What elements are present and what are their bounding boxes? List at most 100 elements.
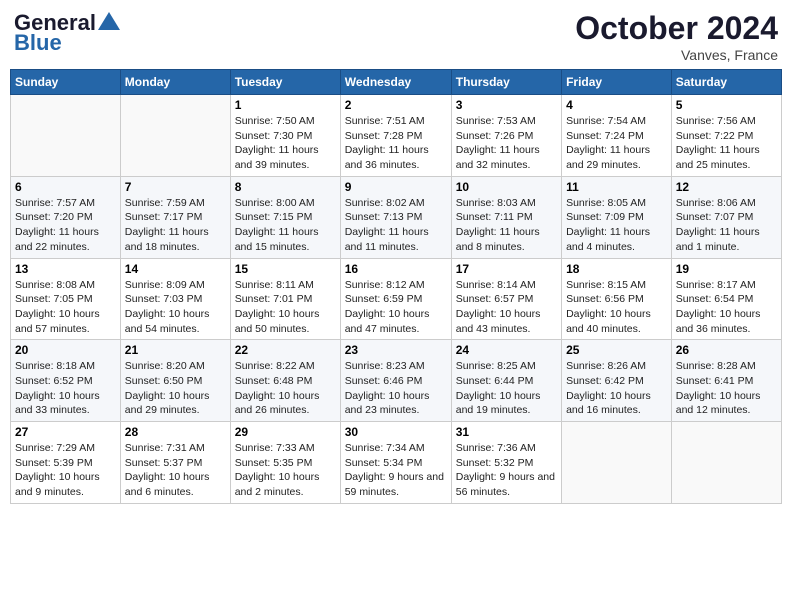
sunset-text: Sunset: 6:52 PM bbox=[15, 375, 93, 387]
daylight-text: Daylight: 10 hours and 50 minutes. bbox=[235, 308, 320, 335]
day-info: Sunrise: 7:33 AM Sunset: 5:35 PM Dayligh… bbox=[235, 441, 336, 500]
day-cell: 11 Sunrise: 8:05 AM Sunset: 7:09 PM Dayl… bbox=[562, 176, 672, 258]
sunset-text: Sunset: 7:01 PM bbox=[235, 293, 313, 305]
sunrise-text: Sunrise: 8:14 AM bbox=[456, 279, 536, 291]
sunrise-text: Sunrise: 8:17 AM bbox=[676, 279, 756, 291]
sunrise-text: Sunrise: 7:50 AM bbox=[235, 115, 315, 127]
day-cell: 12 Sunrise: 8:06 AM Sunset: 7:07 PM Dayl… bbox=[671, 176, 781, 258]
day-number: 3 bbox=[456, 98, 557, 112]
sunrise-text: Sunrise: 8:03 AM bbox=[456, 197, 536, 209]
day-number: 24 bbox=[456, 343, 557, 357]
day-number: 20 bbox=[15, 343, 116, 357]
daylight-text: Daylight: 11 hours and 1 minute. bbox=[676, 226, 760, 253]
weekday-header: Thursday bbox=[451, 70, 561, 95]
day-info: Sunrise: 8:00 AM Sunset: 7:15 PM Dayligh… bbox=[235, 196, 336, 255]
day-info: Sunrise: 8:11 AM Sunset: 7:01 PM Dayligh… bbox=[235, 278, 336, 337]
sunset-text: Sunset: 5:34 PM bbox=[345, 457, 423, 469]
sunrise-text: Sunrise: 8:26 AM bbox=[566, 360, 646, 372]
day-number: 31 bbox=[456, 425, 557, 439]
day-number: 19 bbox=[676, 262, 777, 276]
logo-icon bbox=[98, 12, 120, 30]
sunrise-text: Sunrise: 7:33 AM bbox=[235, 442, 315, 454]
calendar-week-row: 13 Sunrise: 8:08 AM Sunset: 7:05 PM Dayl… bbox=[11, 258, 782, 340]
day-cell: 20 Sunrise: 8:18 AM Sunset: 6:52 PM Dayl… bbox=[11, 340, 121, 422]
sunrise-text: Sunrise: 8:02 AM bbox=[345, 197, 425, 209]
day-cell: 26 Sunrise: 8:28 AM Sunset: 6:41 PM Dayl… bbox=[671, 340, 781, 422]
month-title: October 2024 bbox=[575, 10, 778, 47]
daylight-text: Daylight: 10 hours and 57 minutes. bbox=[15, 308, 100, 335]
sunrise-text: Sunrise: 8:11 AM bbox=[235, 279, 314, 291]
day-info: Sunrise: 7:56 AM Sunset: 7:22 PM Dayligh… bbox=[676, 114, 777, 173]
day-info: Sunrise: 8:17 AM Sunset: 6:54 PM Dayligh… bbox=[676, 278, 777, 337]
sunset-text: Sunset: 7:03 PM bbox=[125, 293, 203, 305]
sunset-text: Sunset: 6:46 PM bbox=[345, 375, 423, 387]
day-number: 6 bbox=[15, 180, 116, 194]
day-info: Sunrise: 7:57 AM Sunset: 7:20 PM Dayligh… bbox=[15, 196, 116, 255]
sunset-text: Sunset: 7:20 PM bbox=[15, 211, 93, 223]
day-number: 27 bbox=[15, 425, 116, 439]
day-cell: 8 Sunrise: 8:00 AM Sunset: 7:15 PM Dayli… bbox=[230, 176, 340, 258]
sunrise-text: Sunrise: 8:23 AM bbox=[345, 360, 425, 372]
sunset-text: Sunset: 7:28 PM bbox=[345, 130, 423, 142]
sunrise-text: Sunrise: 7:56 AM bbox=[676, 115, 756, 127]
day-number: 30 bbox=[345, 425, 447, 439]
weekday-header: Tuesday bbox=[230, 70, 340, 95]
sunrise-text: Sunrise: 8:09 AM bbox=[125, 279, 205, 291]
day-cell: 31 Sunrise: 7:36 AM Sunset: 5:32 PM Dayl… bbox=[451, 422, 561, 504]
sunset-text: Sunset: 5:37 PM bbox=[125, 457, 203, 469]
day-number: 18 bbox=[566, 262, 667, 276]
day-cell: 4 Sunrise: 7:54 AM Sunset: 7:24 PM Dayli… bbox=[562, 95, 672, 177]
title-block: October 2024 Vanves, France bbox=[575, 10, 778, 63]
weekday-header: Sunday bbox=[11, 70, 121, 95]
empty-day-cell bbox=[671, 422, 781, 504]
day-cell: 29 Sunrise: 7:33 AM Sunset: 5:35 PM Dayl… bbox=[230, 422, 340, 504]
day-cell: 27 Sunrise: 7:29 AM Sunset: 5:39 PM Dayl… bbox=[11, 422, 121, 504]
daylight-text: Daylight: 10 hours and 33 minutes. bbox=[15, 390, 100, 417]
day-info: Sunrise: 8:06 AM Sunset: 7:07 PM Dayligh… bbox=[676, 196, 777, 255]
weekday-header: Monday bbox=[120, 70, 230, 95]
sunrise-text: Sunrise: 7:53 AM bbox=[456, 115, 536, 127]
sunset-text: Sunset: 6:50 PM bbox=[125, 375, 203, 387]
sunrise-text: Sunrise: 8:25 AM bbox=[456, 360, 536, 372]
day-cell: 7 Sunrise: 7:59 AM Sunset: 7:17 PM Dayli… bbox=[120, 176, 230, 258]
sunset-text: Sunset: 7:17 PM bbox=[125, 211, 203, 223]
day-cell: 17 Sunrise: 8:14 AM Sunset: 6:57 PM Dayl… bbox=[451, 258, 561, 340]
day-info: Sunrise: 8:12 AM Sunset: 6:59 PM Dayligh… bbox=[345, 278, 447, 337]
day-cell: 1 Sunrise: 7:50 AM Sunset: 7:30 PM Dayli… bbox=[230, 95, 340, 177]
day-info: Sunrise: 8:03 AM Sunset: 7:11 PM Dayligh… bbox=[456, 196, 557, 255]
day-number: 2 bbox=[345, 98, 447, 112]
daylight-text: Daylight: 11 hours and 36 minutes. bbox=[345, 144, 429, 171]
day-cell: 14 Sunrise: 8:09 AM Sunset: 7:03 PM Dayl… bbox=[120, 258, 230, 340]
day-info: Sunrise: 8:23 AM Sunset: 6:46 PM Dayligh… bbox=[345, 359, 447, 418]
day-info: Sunrise: 8:02 AM Sunset: 7:13 PM Dayligh… bbox=[345, 196, 447, 255]
day-info: Sunrise: 7:34 AM Sunset: 5:34 PM Dayligh… bbox=[345, 441, 447, 500]
day-number: 25 bbox=[566, 343, 667, 357]
day-info: Sunrise: 7:51 AM Sunset: 7:28 PM Dayligh… bbox=[345, 114, 447, 173]
weekday-header: Saturday bbox=[671, 70, 781, 95]
sunrise-text: Sunrise: 8:15 AM bbox=[566, 279, 646, 291]
day-info: Sunrise: 7:36 AM Sunset: 5:32 PM Dayligh… bbox=[456, 441, 557, 500]
day-number: 5 bbox=[676, 98, 777, 112]
day-cell: 15 Sunrise: 8:11 AM Sunset: 7:01 PM Dayl… bbox=[230, 258, 340, 340]
day-info: Sunrise: 8:28 AM Sunset: 6:41 PM Dayligh… bbox=[676, 359, 777, 418]
day-info: Sunrise: 8:26 AM Sunset: 6:42 PM Dayligh… bbox=[566, 359, 667, 418]
day-info: Sunrise: 7:53 AM Sunset: 7:26 PM Dayligh… bbox=[456, 114, 557, 173]
daylight-text: Daylight: 10 hours and 6 minutes. bbox=[125, 471, 210, 498]
daylight-text: Daylight: 10 hours and 2 minutes. bbox=[235, 471, 320, 498]
sunset-text: Sunset: 7:30 PM bbox=[235, 130, 313, 142]
day-cell: 23 Sunrise: 8:23 AM Sunset: 6:46 PM Dayl… bbox=[340, 340, 451, 422]
daylight-text: Daylight: 10 hours and 12 minutes. bbox=[676, 390, 761, 417]
weekday-header: Wednesday bbox=[340, 70, 451, 95]
sunset-text: Sunset: 7:13 PM bbox=[345, 211, 423, 223]
day-cell: 24 Sunrise: 8:25 AM Sunset: 6:44 PM Dayl… bbox=[451, 340, 561, 422]
daylight-text: Daylight: 11 hours and 29 minutes. bbox=[566, 144, 650, 171]
sunrise-text: Sunrise: 7:31 AM bbox=[125, 442, 205, 454]
day-info: Sunrise: 8:08 AM Sunset: 7:05 PM Dayligh… bbox=[15, 278, 116, 337]
daylight-text: Daylight: 11 hours and 8 minutes. bbox=[456, 226, 540, 253]
calendar-week-row: 27 Sunrise: 7:29 AM Sunset: 5:39 PM Dayl… bbox=[11, 422, 782, 504]
daylight-text: Daylight: 9 hours and 59 minutes. bbox=[345, 471, 444, 498]
sunrise-text: Sunrise: 8:06 AM bbox=[676, 197, 756, 209]
day-cell: 22 Sunrise: 8:22 AM Sunset: 6:48 PM Dayl… bbox=[230, 340, 340, 422]
day-info: Sunrise: 8:20 AM Sunset: 6:50 PM Dayligh… bbox=[125, 359, 226, 418]
day-info: Sunrise: 7:50 AM Sunset: 7:30 PM Dayligh… bbox=[235, 114, 336, 173]
